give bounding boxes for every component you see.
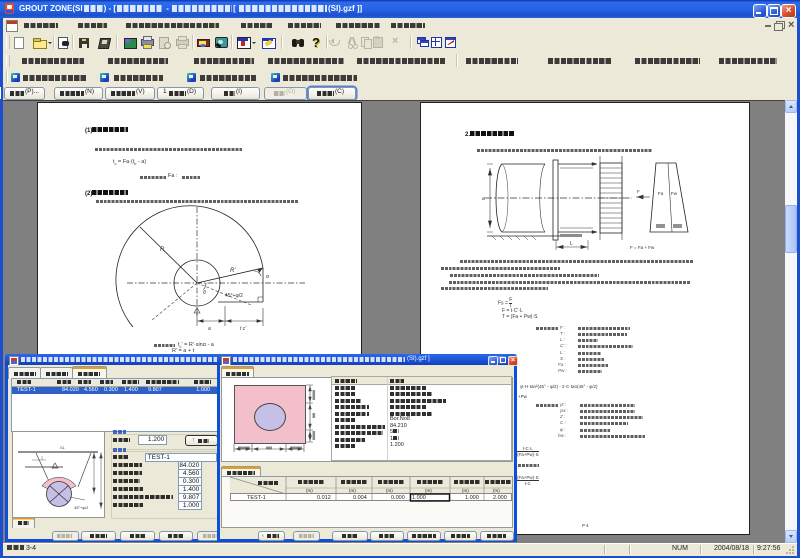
svg-text:R': R' bbox=[230, 268, 236, 274]
svg-text:GL: GL bbox=[60, 446, 65, 450]
svg-text:a: a bbox=[208, 326, 211, 332]
svg-text:t c': t c' bbox=[240, 326, 247, 332]
svg-text:a: a bbox=[482, 196, 485, 202]
svg-text:45°+φ/2: 45°+φ/2 bbox=[74, 505, 89, 510]
svg-text:45°+φ/2: 45°+φ/2 bbox=[225, 293, 243, 299]
svg-text:θ: θ bbox=[203, 290, 206, 296]
svg-text:L: L bbox=[570, 241, 573, 247]
svg-text:α: α bbox=[266, 274, 269, 280]
svg-text:Fw: Fw bbox=[671, 191, 678, 196]
svg-text:Fa: Fa bbox=[658, 191, 664, 196]
svg-text:F: F bbox=[637, 189, 640, 194]
svg-text:R: R bbox=[160, 247, 165, 253]
